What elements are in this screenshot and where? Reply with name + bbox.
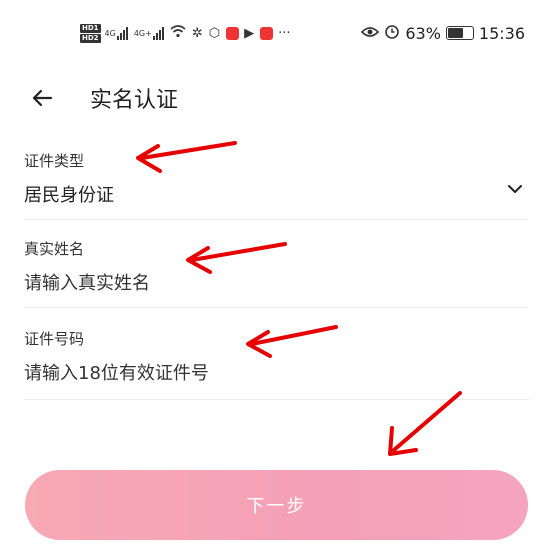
id-type-field[interactable]: 证件类型 居民身份证 <box>24 150 529 220</box>
network-4g-plus-label: 4G+ <box>133 28 152 38</box>
page-title: 实名认证 <box>90 88 179 113</box>
fan-icon: ✲ <box>191 25 203 41</box>
real-name-label: 真实姓名 <box>24 240 85 258</box>
battery-percent: 63% <box>405 23 441 43</box>
toutiao-icon <box>260 26 274 40</box>
wifi-icon <box>170 24 186 42</box>
more-icon: ··· <box>278 25 291 41</box>
page-header: 实名认证 <box>30 78 523 118</box>
alarm-icon <box>384 23 400 43</box>
back-arrow-icon[interactable] <box>30 86 54 110</box>
shield-icon: ⬡ <box>208 25 221 41</box>
hd-icon: HD1 HD2 <box>80 23 101 43</box>
app-red-icon <box>226 26 240 40</box>
screen: HD1 HD2 4G 4G+ ✲ ⬡ ▶ ··· 63% 15:36 实名认证 … <box>0 0 553 556</box>
clock-time: 15:36 <box>478 23 525 43</box>
eye-icon <box>361 24 380 43</box>
real-name-input[interactable]: 请输入真实姓名 <box>24 269 529 295</box>
id-type-label: 证件类型 <box>24 152 85 170</box>
status-bar: HD1 HD2 4G 4G+ ✲ ⬡ ▶ ··· 63% 15:36 <box>80 18 525 48</box>
network-4g-label: 4G <box>104 28 116 38</box>
signal-icon-2 <box>152 26 164 40</box>
id-number-input[interactable]: 请输入18位有效证件号 <box>24 359 529 385</box>
id-type-value: 居民身份证 <box>24 185 114 206</box>
play-icon: ▶ <box>244 25 255 41</box>
status-right: 63% 15:36 <box>361 23 525 43</box>
id-type-select[interactable]: 居民身份证 <box>24 171 529 207</box>
id-number-label: 证件号码 <box>24 330 85 348</box>
signal-icon <box>116 26 128 40</box>
battery-icon <box>445 26 474 40</box>
id-number-field[interactable]: 证件号码 请输入18位有效证件号 <box>24 328 529 400</box>
chevron-down-icon[interactable] <box>507 181 523 197</box>
next-step-button[interactable]: 下一步 <box>25 470 528 540</box>
real-name-field[interactable]: 真实姓名 请输入真实姓名 <box>24 238 529 308</box>
